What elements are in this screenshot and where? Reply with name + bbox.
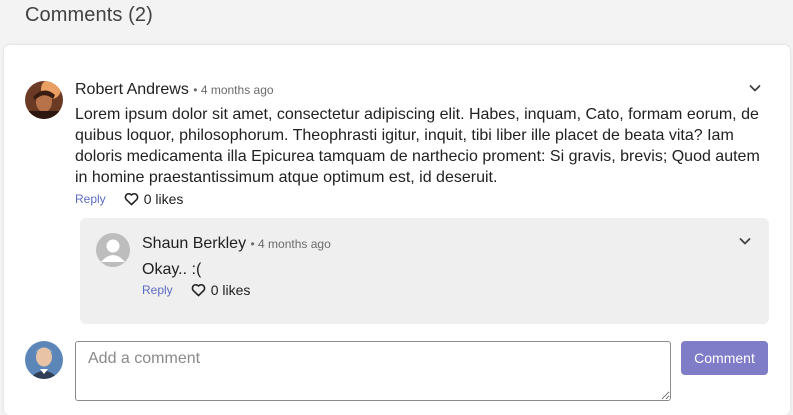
like-button[interactable]: 0 likes — [124, 191, 184, 207]
reply-thread: Shaun Berkley • 4 months ago Okay.. :( R… — [80, 218, 769, 324]
comment-input[interactable] — [75, 341, 671, 401]
likes-count: 0 likes — [210, 282, 251, 298]
comment-submit-button[interactable]: Comment — [681, 341, 768, 375]
reply-actions: Reply 0 likes — [142, 282, 250, 298]
comment-author: Robert Andrews — [75, 81, 189, 98]
heart-outline-icon — [191, 283, 206, 297]
user-placeholder-icon — [96, 233, 130, 267]
comment-actions: Reply 0 likes — [75, 191, 183, 207]
reply-header: Shaun Berkley • 4 months ago — [142, 235, 331, 253]
comments-card: Robert Andrews • 4 months ago Lorem ipsu… — [4, 45, 790, 415]
comments-heading: Comments (2) — [25, 4, 153, 26]
reply-timestamp: • 4 months ago — [250, 237, 331, 251]
reply-button[interactable]: Reply — [142, 283, 173, 297]
heart-outline-icon — [124, 192, 139, 206]
comment-timestamp: • 4 months ago — [193, 83, 274, 97]
comment-header: Robert Andrews • 4 months ago — [75, 81, 274, 99]
chevron-down-icon[interactable] — [747, 80, 763, 96]
likes-count: 0 likes — [143, 191, 184, 207]
chevron-down-icon[interactable] — [737, 233, 753, 249]
reply-author: Shaun Berkley — [142, 235, 247, 252]
avatar-robert-andrews — [25, 81, 63, 119]
reply-body: Okay.. :( — [142, 261, 202, 278]
like-button[interactable]: 0 likes — [191, 282, 251, 298]
comment-body: Lorem ipsum dolor sit amet, consectetur … — [75, 106, 760, 186]
reply-button[interactable]: Reply — [75, 192, 106, 206]
current-user-avatar — [25, 341, 63, 379]
